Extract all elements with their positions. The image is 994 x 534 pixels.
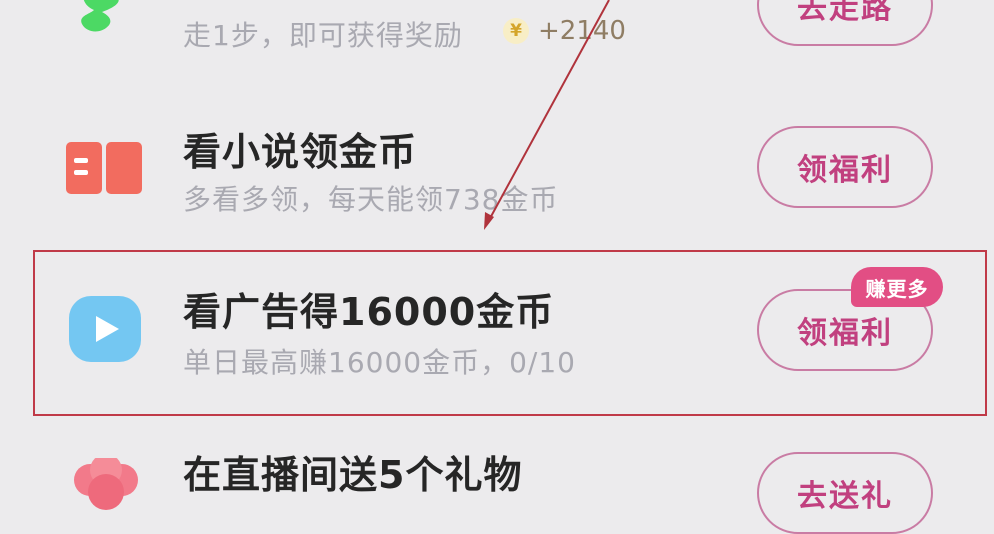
task-subtitle: 走1步，即可获得奖励 — [183, 19, 463, 52]
task-title: 看广告得16000金币 — [183, 290, 555, 334]
book-icon — [66, 142, 142, 194]
gift-flower-icon — [74, 458, 138, 510]
earn-more-badge: 赚更多 — [851, 267, 943, 307]
reward-amount: +2140 — [538, 16, 626, 46]
task-subtitle: 单日最高赚16000金币，0/10 — [183, 346, 576, 379]
send-gift-button[interactable]: 去送礼 — [757, 452, 933, 534]
go-walk-button[interactable]: 去走路 — [757, 0, 933, 46]
task-title: 在直播间送5个礼物 — [183, 453, 523, 497]
video-play-icon — [69, 296, 141, 362]
task-subtitle: 多看多领，每天能领738金币 — [183, 183, 559, 216]
task-title: 看小说领金币 — [183, 130, 418, 174]
walking-shoe-icon — [81, 0, 119, 32]
claim-benefit-button[interactable]: 领福利 — [757, 126, 933, 208]
coin-icon: ¥ — [503, 18, 529, 44]
